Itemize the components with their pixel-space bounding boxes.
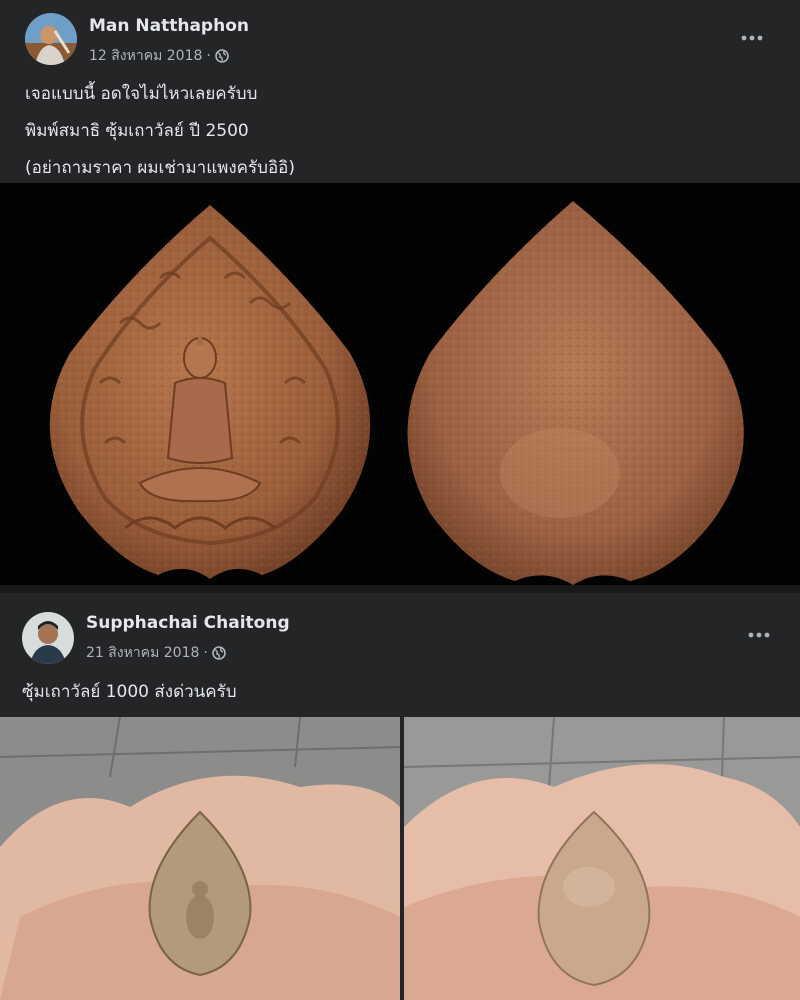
more-options-icon[interactable] [734, 20, 770, 56]
post-date[interactable]: 21 สิงหาคม 2018 [86, 642, 199, 664]
globe-icon[interactable] [212, 646, 226, 660]
post-photo[interactable] [0, 717, 400, 1000]
post-meta: 21 สิงหาคม 2018 · [86, 642, 226, 664]
avatar[interactable] [22, 612, 74, 664]
post-photo[interactable] [404, 717, 800, 1000]
post-text-line: เจอแบบนี้ อดใจไม่ไหวเลยครับบ [25, 84, 258, 104]
author-name[interactable]: Man Natthaphon [89, 16, 249, 36]
post-text-line: ซุ้มเถาวัลย์ 1000 ส่งด่วนครับ [22, 682, 237, 702]
amulet-front [49, 205, 371, 579]
meta-separator: · [203, 645, 208, 661]
post-card: Supphachai Chaitong 21 สิงหาคม 2018 · ซุ… [0, 593, 800, 1000]
post-card: Man Natthaphon 12 สิงหาคม 2018 · เจอแบบน… [0, 0, 800, 585]
post-date[interactable]: 12 สิงหาคม 2018 [89, 45, 202, 67]
globe-icon[interactable] [215, 49, 229, 63]
post-meta: 12 สิงหาคม 2018 · [89, 45, 229, 67]
post-photo[interactable] [0, 183, 800, 585]
more-options-icon[interactable] [741, 617, 777, 653]
meta-separator: · [206, 48, 211, 64]
post-text-line: (อย่าถามราคา ผมเช่ามาแพงครับอิอิ) [25, 158, 296, 178]
avatar[interactable] [25, 13, 77, 65]
amulet-back [407, 201, 744, 585]
author-name[interactable]: Supphachai Chaitong [86, 613, 290, 633]
post-text-line: พิมพ์สมาธิ ซุ้มเถาวัลย์ ปี 2500 [25, 121, 249, 141]
